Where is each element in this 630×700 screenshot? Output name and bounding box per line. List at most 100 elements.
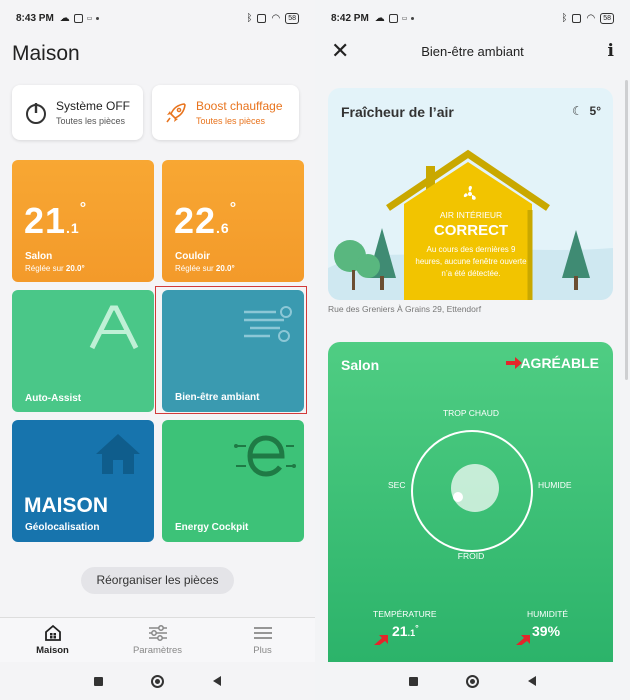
salon-name: Salon	[25, 251, 53, 262]
boost-heating-button[interactable]: Boost chauffage Toutes les pièces	[152, 85, 299, 140]
app-notification-icon	[73, 13, 83, 23]
fan-icon	[463, 185, 476, 200]
salon-comfort-card[interactable]: Salon AGRÉABLE TROP CHAUD FROID SEC HUMI…	[328, 342, 613, 662]
status-bar: 8:43 PM ☁ ▭ ᛒ ◠ 58	[0, 0, 315, 36]
boost-label: Boost chauffage	[196, 99, 283, 113]
temperature-label: TEMPÉRATURE	[373, 609, 437, 619]
rocket-icon	[166, 102, 186, 122]
energy-cockpit-label: Energy Cockpit	[175, 522, 249, 533]
nav-plus[interactable]: Plus	[210, 618, 315, 662]
nav-parametres-label: Paramètres	[132, 645, 183, 656]
comfort-status: AGRÉABLE	[520, 355, 599, 371]
salon-setpoint-value: 20.0°	[65, 264, 85, 273]
temperature-value-dec: .1	[407, 628, 416, 638]
label-humide: HUMIDE	[538, 480, 572, 490]
system-off-label: Système OFF	[56, 99, 131, 113]
auto-assist-tile[interactable]: Auto-Assist	[12, 290, 154, 412]
system-off-button[interactable]: Système OFF Toutes les pièces	[12, 85, 143, 140]
back-button[interactable]	[212, 676, 221, 686]
sliders-icon	[148, 625, 167, 641]
air-status: CORRECT	[433, 222, 509, 239]
right-screen: 8:42 PM ☁ ▭ ᛒ ◠ 58 ✕ Bien-être ambiant i…	[315, 0, 630, 700]
dot-icon	[411, 16, 415, 20]
address-text: Rue des Greniers À Grains 29, Ettendorf	[328, 304, 482, 314]
room-name: Salon	[341, 357, 380, 373]
comfort-dial	[411, 430, 533, 552]
label-trop-chaud: TROP CHAUD	[442, 408, 500, 418]
bluetooth-icon: ᛒ	[561, 12, 568, 24]
salon-temp-deg: °	[79, 200, 88, 217]
wifi-icon: ◠	[271, 12, 281, 24]
home-icon	[44, 624, 61, 641]
auto-assist-label: Auto-Assist	[25, 393, 82, 404]
house-icon	[96, 434, 140, 474]
boost-sub: Toutes les pièces	[196, 116, 266, 126]
couloir-setpoint-label: Réglée sur	[175, 264, 216, 273]
recent-apps-button[interactable]	[94, 676, 104, 686]
system-off-sub: Toutes les pièces	[56, 116, 126, 126]
couloir-setpoint-value: 20.0°	[215, 264, 235, 273]
selection-highlight	[155, 286, 307, 414]
wifi-icon: ◠	[586, 12, 596, 24]
label-sec: SEC	[388, 480, 406, 490]
geolocation-label: Géolocalisation	[25, 522, 100, 533]
air-label: AIR INTÉRIEUR	[439, 210, 503, 220]
nav-plus-label: Plus	[253, 645, 272, 656]
room-tile-salon[interactable]: 21.1 ° Salon Réglée sur 20.0°	[12, 160, 154, 282]
battery-icon: 58	[600, 12, 614, 24]
couloir-temp-dec: .6	[216, 220, 230, 236]
bluetooth-icon: ᛒ	[246, 12, 253, 24]
scrollbar[interactable]	[625, 80, 628, 380]
page-title: Bien-être ambiant	[421, 43, 524, 59]
humidity-value: 39%	[532, 623, 561, 639]
nav-maison[interactable]: Maison	[0, 618, 105, 662]
cloud-icon: ☁	[59, 12, 70, 24]
left-screen: 8:43 PM ☁ ▭ ᛒ ◠ 58 Maison Système OFF To…	[0, 0, 315, 700]
nav-maison-label: Maison	[36, 645, 69, 656]
dot-icon	[96, 16, 100, 20]
sim-icon	[572, 13, 582, 23]
current-point	[453, 492, 463, 502]
home-button[interactable]	[151, 674, 165, 688]
back-button[interactable]	[527, 676, 536, 686]
home-button[interactable]	[466, 674, 480, 688]
energy-cockpit-tile[interactable]: Energy Cockpit	[162, 420, 304, 542]
nav-parametres[interactable]: Paramètres	[105, 618, 210, 662]
comfort-zone	[451, 464, 499, 512]
reorganize-rooms-button[interactable]: Réorganiser les pièces	[81, 567, 234, 594]
air-description: Au cours des dernières 9 heures, aucune …	[415, 245, 527, 278]
power-icon	[26, 102, 46, 124]
couloir-temp-int: 22	[174, 200, 217, 241]
menu-icon	[253, 627, 272, 639]
cloud-icon: ☁	[374, 12, 385, 24]
room-tile-couloir[interactable]: 22.6 ° Couloir Réglée sur 20.0°	[162, 160, 304, 282]
system-navigation	[0, 662, 315, 700]
header: ✕ Bien-être ambiant i	[315, 36, 630, 66]
couloir-name: Couloir	[175, 251, 210, 262]
red-arrow-icon	[374, 635, 388, 645]
energy-icon	[234, 435, 296, 477]
sim-icon	[257, 13, 267, 23]
app-notification-icon	[388, 13, 398, 23]
couloir-temp-deg: °	[229, 200, 238, 217]
maison-tile[interactable]: MAISON Géolocalisation	[12, 420, 154, 542]
recent-apps-button[interactable]	[409, 676, 419, 686]
notification-icon: ▭	[86, 15, 93, 22]
humidity-label: HUMIDITÉ	[527, 609, 569, 619]
page-title: Maison	[12, 42, 80, 65]
red-arrow-icon	[516, 635, 530, 645]
battery-icon: 58	[285, 12, 299, 24]
maison-big-label: MAISON	[24, 494, 108, 517]
salon-temp-int: 21	[24, 200, 67, 241]
salon-temp-dec: .1	[66, 220, 80, 236]
bottom-navigation: Maison Paramètres Plus	[0, 617, 315, 662]
auto-assist-icon	[89, 305, 139, 350]
label-froid: FROID	[457, 551, 485, 561]
temperature-value-int: 21	[392, 623, 408, 639]
air-freshness-card[interactable]: Fraîcheur de l’air ☾ 5° AIR INTÉRIEUR CO…	[328, 88, 613, 300]
salon-setpoint-label: Réglée sur	[25, 264, 66, 273]
system-navigation	[315, 662, 630, 700]
status-bar: 8:42 PM ☁ ▭ ᛒ ◠ 58	[315, 0, 630, 36]
notification-icon: ▭	[401, 15, 408, 22]
status-time: 8:43 PM	[16, 12, 54, 24]
